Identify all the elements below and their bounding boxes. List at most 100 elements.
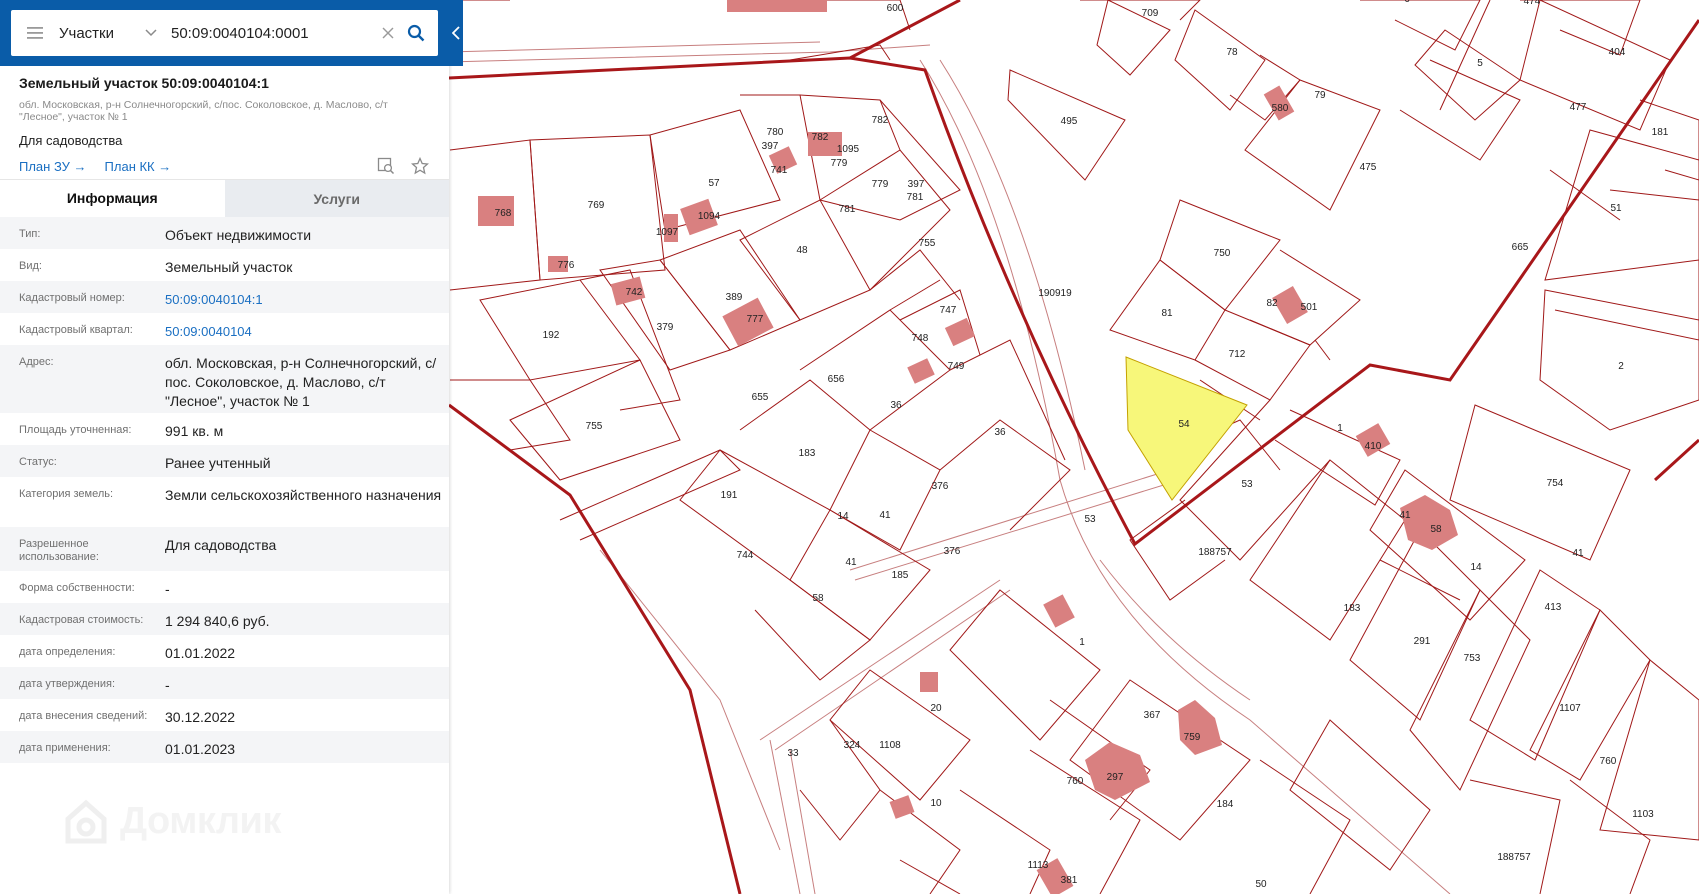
- parcel-number-label: 185: [892, 570, 909, 581]
- info-row: Разрешенное использование: Для садоводств…: [0, 527, 449, 571]
- info-row-link[interactable]: 50:09:0040104: [165, 313, 445, 345]
- plan-zu-link[interactable]: План ЗУ →: [19, 159, 87, 174]
- info-row-label: Тип:: [19, 228, 41, 240]
- info-row-value: 30.12.2022: [165, 709, 236, 725]
- info-row: Тип: Объект недвижимости: [0, 217, 449, 249]
- info-row-label: Площадь уточненная:: [19, 424, 132, 436]
- parcel-number-label: 324: [844, 740, 861, 751]
- favorite-star-icon[interactable]: [410, 157, 430, 175]
- info-row: Статус: Ранее учтенный: [0, 445, 449, 477]
- parcel-number-label: 580: [1272, 103, 1289, 114]
- info-row-label: дата утверждения:: [19, 678, 116, 690]
- chevron-down-icon[interactable]: [141, 10, 161, 56]
- parcel-number-label: 397: [908, 179, 925, 190]
- parcel-number-label: 600: [887, 3, 904, 14]
- parcel-number-label: 41: [1572, 548, 1584, 559]
- watermark-text: Домклик: [120, 799, 281, 842]
- search-bar: Участки: [0, 0, 463, 66]
- parcel-number-label: 36: [994, 427, 1006, 438]
- clear-icon[interactable]: [376, 10, 400, 56]
- parcel-number-label: 780: [767, 127, 784, 138]
- parcel-number-label: 191: [721, 490, 738, 501]
- info-row-value: -: [165, 581, 170, 597]
- parcel-number-label: 1094: [698, 211, 721, 222]
- parcel-number-label: 755: [586, 421, 603, 432]
- tab-info[interactable]: Информация: [0, 180, 225, 217]
- parcel-number-label: 379: [657, 322, 674, 333]
- parcel-number-label: 14: [1470, 562, 1482, 573]
- info-row-label: Кадастровый номер:: [19, 292, 125, 304]
- info-row-value: Земельный участок: [165, 259, 293, 275]
- parcel-number-label: 58: [1430, 524, 1442, 535]
- parcel-number-label: 404: [1609, 47, 1626, 58]
- parcel-number-label: 1107: [1559, 703, 1581, 714]
- info-row-label: Кадастровый квартал:: [19, 324, 133, 336]
- parcel-number-label: 741: [771, 165, 788, 176]
- parcel-number-label: 6: [1404, 0, 1410, 5]
- parcel-number-label: 781: [907, 192, 924, 203]
- parcel-number-label: 48: [796, 245, 808, 256]
- info-row-value: Объект недвижимости: [165, 227, 312, 243]
- parcel-number-label: 54: [1178, 419, 1190, 430]
- parcel-number-label: 779: [872, 179, 889, 190]
- info-row-label: Кадастровая стоимость:: [19, 614, 144, 626]
- parcel-number-label: 1097: [656, 227, 679, 238]
- parcel-number-label: 1095: [837, 144, 860, 155]
- search-icon[interactable]: [400, 10, 432, 56]
- hamburger-menu-icon[interactable]: [11, 10, 59, 56]
- info-row: дата применения: 01.01.2023: [0, 731, 449, 763]
- parcel-number-label: 57: [708, 178, 720, 189]
- parcel-number-label: 58: [812, 593, 824, 604]
- parcel-number-label: 51: [1610, 203, 1622, 214]
- parcel-address: обл. Московская, р-н Солнечногорский, с/…: [19, 99, 388, 123]
- parcel-number-label: 188757: [1497, 852, 1531, 863]
- parcel-number-label: 183: [799, 448, 816, 459]
- parcel-number-label: 1108: [879, 740, 901, 751]
- parcel-number-label: 183: [1344, 603, 1361, 614]
- info-row-value: 01.01.2022: [165, 645, 236, 661]
- search-type-select[interactable]: Участки: [59, 25, 141, 42]
- parcel-number-label: 769: [588, 200, 605, 211]
- info-row: Кадастровая стоимость: 1 294 840,6 руб.: [0, 603, 449, 635]
- zoom-to-parcel-icon[interactable]: [376, 157, 396, 175]
- parcel-number-label: 750: [1214, 248, 1231, 259]
- parcel-number-label: 782: [812, 132, 829, 143]
- tab-services[interactable]: Услуги: [224, 180, 449, 217]
- info-row-link[interactable]: 50:09:0040104:1: [165, 281, 445, 313]
- parcel-number-label: 10: [930, 798, 942, 809]
- info-row-label: Форма собственности:: [19, 582, 135, 594]
- parcel-number-label: 14: [837, 511, 849, 522]
- plan-kk-link[interactable]: План КК →: [105, 159, 172, 174]
- info-row-label: Категория земель:: [19, 488, 114, 500]
- search-input[interactable]: [171, 18, 376, 48]
- parcel-number-label: 782: [872, 115, 889, 126]
- info-panel: Земельный участок 50:09:0040104:1 обл. М…: [0, 0, 449, 894]
- parcel-number-label: 474: [1524, 0, 1541, 7]
- parcel-number-label: 53: [1084, 514, 1096, 525]
- info-row-label: дата внесения сведений:: [19, 710, 148, 722]
- parcel-number-label: 501: [1301, 302, 1318, 313]
- info-row: дата внесения сведений: 30.12.2022: [0, 699, 449, 731]
- parcel-number-label: 744: [737, 550, 754, 561]
- parcel-card: Земельный участок 50:09:0040104:1 обл. М…: [0, 66, 449, 175]
- parcel-number-label: 747: [940, 305, 957, 316]
- parcel-number-label: 495: [1061, 116, 1078, 127]
- parcel-number-label: 413: [1545, 602, 1562, 613]
- info-row: дата утверждения: -: [0, 667, 449, 699]
- info-row-label: Разрешенное использование:: [19, 538, 99, 563]
- parcel-number-label: 655: [752, 392, 769, 403]
- parcel-number-label: 748: [912, 333, 929, 344]
- parcel-number-label: 376: [944, 546, 961, 557]
- info-row: Адрес: обл. Московская, р-н Солнечногорск…: [0, 345, 449, 413]
- parcel-number-label: 181: [1652, 127, 1669, 138]
- parcel-number-label: 190919: [1038, 288, 1072, 299]
- parcel-number-label: 755: [919, 238, 936, 249]
- parcel-number-label: 376: [932, 481, 949, 492]
- parcel-number-label: 759: [1184, 732, 1201, 743]
- parcel-use: Для садоводства: [19, 133, 123, 148]
- domclick-logo-icon: [65, 799, 107, 844]
- info-row: дата определения: 01.01.2022: [0, 635, 449, 667]
- watermark: Домклик: [62, 797, 281, 845]
- info-row-label: Адрес:: [19, 356, 54, 368]
- collapse-panel-icon[interactable]: [449, 18, 463, 48]
